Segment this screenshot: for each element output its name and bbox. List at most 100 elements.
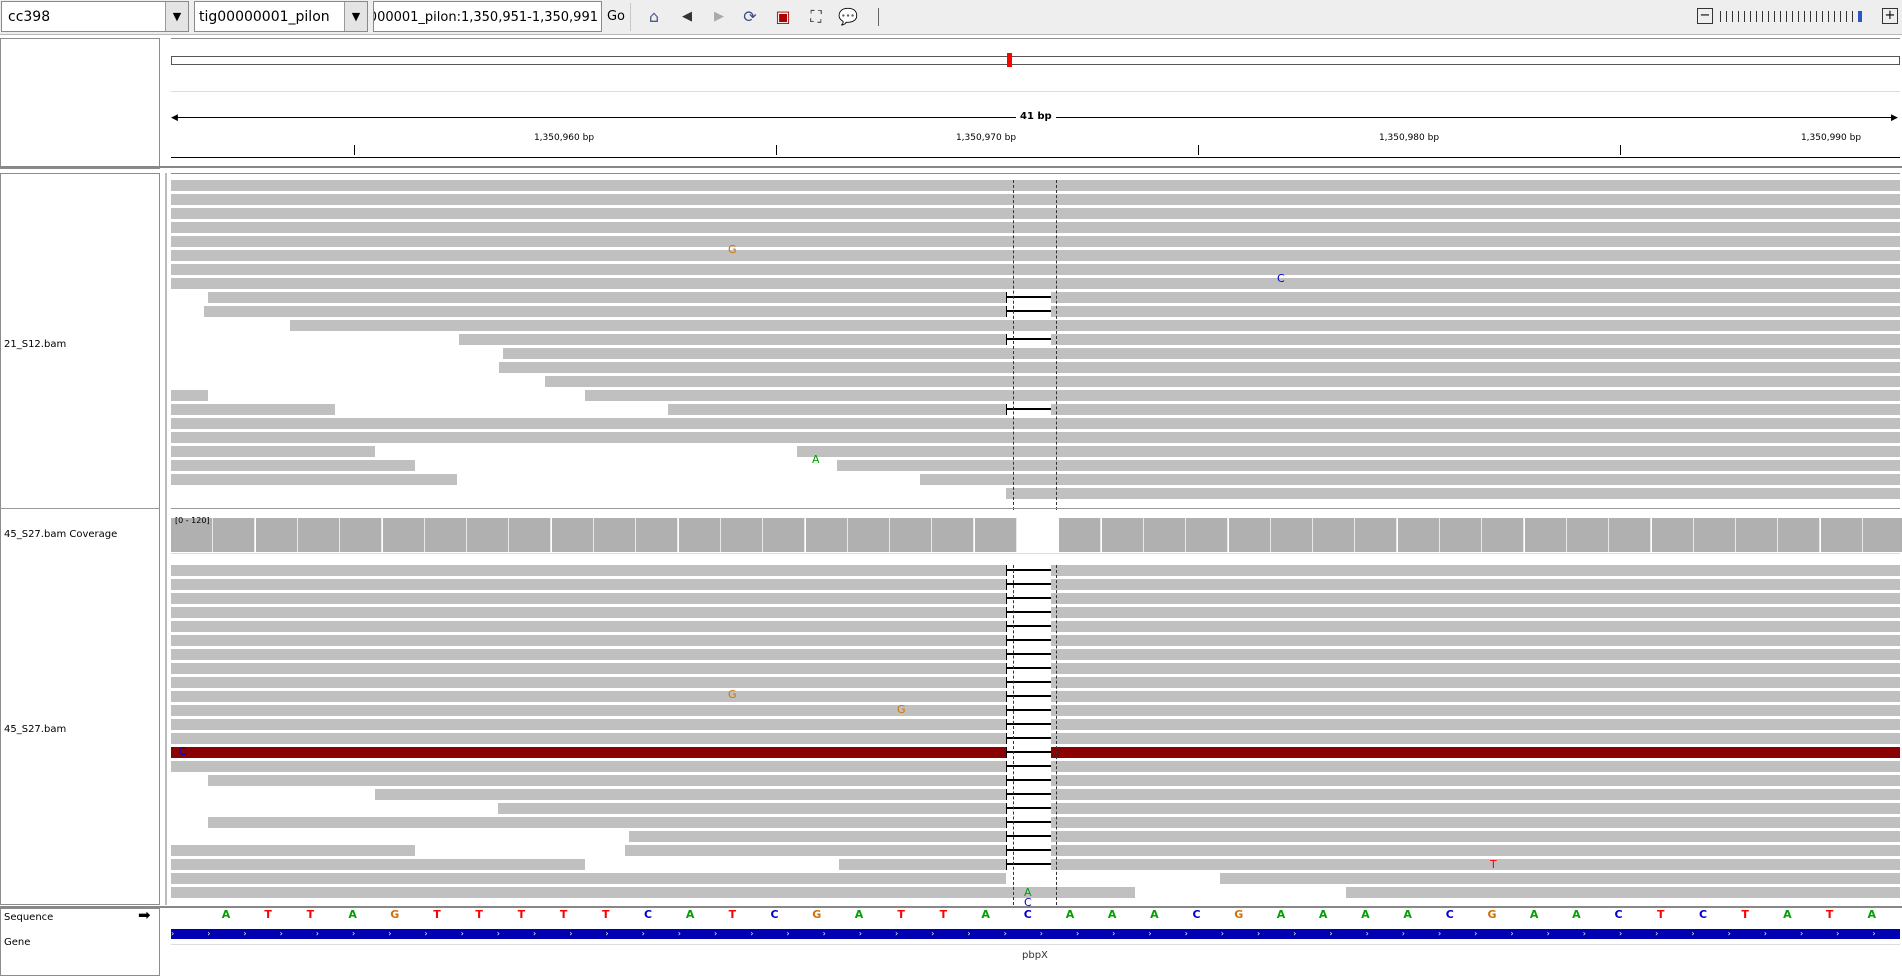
aligned-read[interactable]: [797, 446, 1900, 457]
aligned-read[interactable]: [290, 320, 1900, 331]
aligned-read[interactable]: [1051, 565, 1900, 576]
aligned-read[interactable]: [1051, 803, 1900, 814]
aligned-read[interactable]: [1051, 775, 1900, 786]
aligned-read[interactable]: [171, 845, 415, 856]
aligned-read[interactable]: [1051, 306, 1900, 317]
aligned-read[interactable]: [171, 236, 1900, 247]
aligned-read[interactable]: [204, 306, 1006, 317]
strand-arrow-icon[interactable]: ➡: [138, 906, 151, 924]
aligned-read[interactable]: [625, 845, 1006, 856]
aligned-read[interactable]: [545, 376, 1900, 387]
coverage-bar[interactable]: [1059, 518, 1102, 552]
aligned-read[interactable]: [1051, 607, 1900, 618]
aligned-read[interactable]: [498, 803, 1006, 814]
gene-track-name[interactable]: Gene: [4, 937, 30, 948]
aligned-read[interactable]: [1051, 635, 1900, 646]
aligned-read[interactable]: [208, 292, 1006, 303]
coverage-bar[interactable]: [1313, 518, 1356, 552]
aligned-read[interactable]: [503, 348, 1900, 359]
coverage-bar[interactable]: [594, 518, 636, 552]
aligned-read[interactable]: [1051, 859, 1900, 870]
aligned-read[interactable]: [459, 334, 1006, 345]
coverage-bar[interactable]: [551, 518, 594, 552]
aligned-read[interactable]: [1051, 845, 1900, 856]
coverage-bar[interactable]: [509, 518, 552, 552]
aligned-read[interactable]: [1051, 691, 1900, 702]
aligned-read[interactable]: [171, 460, 415, 471]
coverage-bar[interactable]: [1778, 518, 1821, 552]
aligned-read[interactable]: [171, 733, 1006, 744]
aligned-read[interactable]: [1051, 292, 1900, 303]
coverage-bar[interactable]: [213, 518, 256, 552]
coverage-bar[interactable]: [1566, 518, 1609, 552]
aligned-read[interactable]: [171, 747, 1006, 758]
aligned-read[interactable]: [1051, 663, 1900, 674]
coverage-bar[interactable]: [974, 518, 1017, 552]
coverage-bar[interactable]: [340, 518, 383, 552]
aligned-read[interactable]: [171, 418, 1900, 429]
aligned-read[interactable]: [171, 873, 1006, 884]
aligned-read[interactable]: [171, 194, 1900, 205]
aligned-read[interactable]: [171, 887, 1135, 898]
aligned-read[interactable]: [1051, 677, 1900, 688]
aligned-read[interactable]: [1006, 488, 1900, 499]
aligned-read[interactable]: [1051, 705, 1900, 716]
aligned-read[interactable]: [171, 579, 1006, 590]
coverage-bar[interactable]: [1863, 518, 1902, 552]
coverage-bar[interactable]: [1101, 518, 1144, 552]
coverage-bar[interactable]: [467, 518, 510, 552]
coverage-track-name[interactable]: 45_S27.bam Coverage: [4, 529, 117, 540]
coverage-bar[interactable]: [890, 518, 933, 552]
aligned-read[interactable]: [1051, 404, 1900, 415]
aligned-read[interactable]: [171, 621, 1006, 632]
genome-dropdown[interactable]: cc398 ▼: [1, 1, 189, 32]
aligned-read[interactable]: [171, 663, 1006, 674]
coverage-bar[interactable]: [847, 518, 890, 552]
aligned-read[interactable]: [171, 607, 1006, 618]
coverage-bar[interactable]: [424, 518, 467, 552]
tracks-data-panel[interactable]: G C A G G C T A C: [171, 0, 1902, 977]
coverage-bar[interactable]: [720, 518, 763, 552]
aligned-read[interactable]: [1051, 747, 1900, 758]
coverage-bar[interactable]: [932, 518, 975, 552]
aligned-read[interactable]: [1051, 719, 1900, 730]
gene-feature[interactable]: ››››››››››››››››››››››››››››››››››››››››…: [171, 929, 1900, 939]
aligned-read[interactable]: [171, 208, 1900, 219]
aligned-read[interactable]: [171, 691, 1006, 702]
coverage-bar[interactable]: [1693, 518, 1736, 552]
coverage-bar[interactable]: [763, 518, 806, 552]
aligned-read[interactable]: [171, 649, 1006, 660]
aligned-read[interactable]: [629, 831, 1006, 842]
coverage-bar[interactable]: [1355, 518, 1398, 552]
aligned-read[interactable]: [839, 859, 1006, 870]
coverage-bar[interactable]: [1228, 518, 1271, 552]
aligned-read[interactable]: [1051, 831, 1900, 842]
aligned-read[interactable]: [171, 278, 1900, 289]
aligned-read[interactable]: [1051, 334, 1900, 345]
coverage-bar[interactable]: [1397, 518, 1440, 552]
bam2-track-name[interactable]: 45_S27.bam: [4, 724, 66, 735]
coverage-bar[interactable]: [1609, 518, 1652, 552]
aligned-read[interactable]: [1051, 649, 1900, 660]
aligned-read[interactable]: [171, 446, 375, 457]
aligned-read[interactable]: [171, 635, 1006, 646]
coverage-bar[interactable]: [1186, 518, 1229, 552]
aligned-read[interactable]: [171, 222, 1900, 233]
coverage-bar[interactable]: [1143, 518, 1186, 552]
aligned-read[interactable]: [837, 460, 1900, 471]
aligned-read[interactable]: [208, 775, 1006, 786]
aligned-read[interactable]: [499, 362, 1900, 373]
coverage-bar[interactable]: [1482, 518, 1525, 552]
aligned-read[interactable]: [171, 404, 335, 415]
coverage-bar[interactable]: [382, 518, 425, 552]
coverage-bar[interactable]: [297, 518, 340, 552]
coverage-bar[interactable]: [255, 518, 298, 552]
aligned-read[interactable]: [171, 761, 1006, 772]
aligned-read[interactable]: [171, 705, 1006, 716]
coverage-bar[interactable]: [678, 518, 721, 552]
bam1-track-name[interactable]: 21_S12.bam: [4, 339, 66, 350]
aligned-read[interactable]: [375, 789, 1006, 800]
aligned-read[interactable]: [920, 474, 1900, 485]
aligned-read[interactable]: [171, 180, 1900, 191]
aligned-read[interactable]: [171, 719, 1006, 730]
